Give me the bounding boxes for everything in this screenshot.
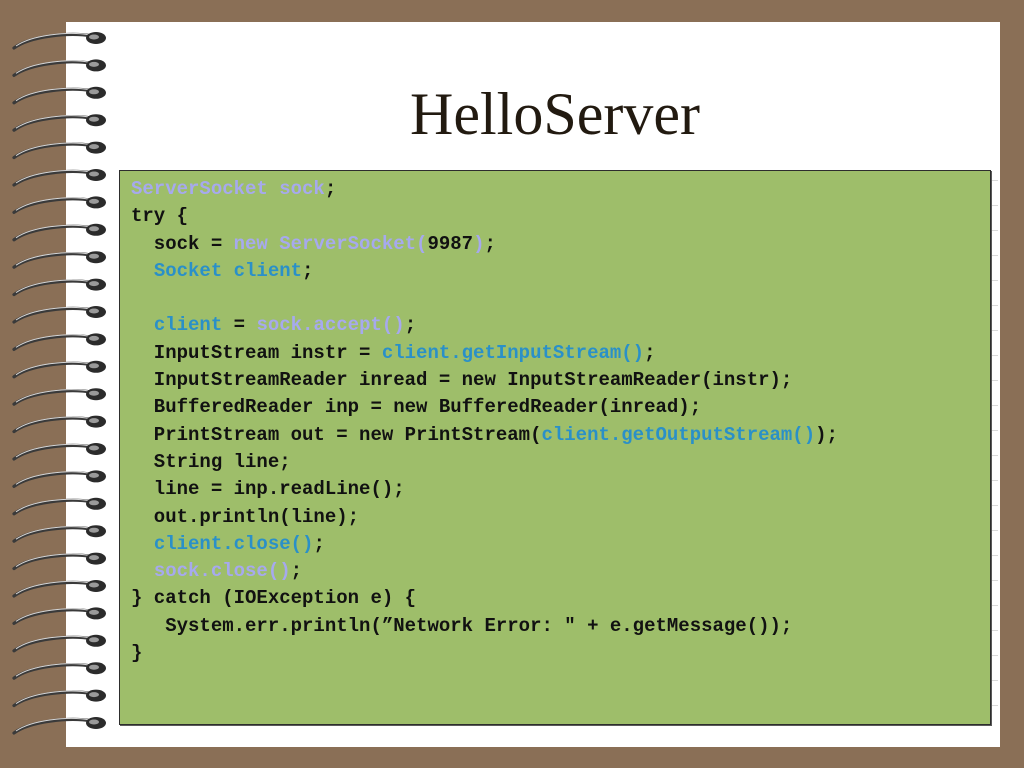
code-token: client.close() [153,532,314,555]
code-line: } [131,640,838,667]
spiral-ring-icon [12,552,106,571]
code-line: } catch (IOException e) { [131,585,838,612]
code-token: ; [644,341,656,364]
code-token: = [222,314,257,337]
spiral-ring-icon [12,196,106,214]
code-token: PrintStream out = new PrintStream( [131,423,542,446]
code-line: System.err.println(”Network Error: " + e… [131,613,838,640]
spiral-ring-icon [12,470,106,488]
spiral-ring-icon [12,607,106,625]
code-token: client [153,314,223,337]
code-token: out.println(line); [131,505,360,528]
spiral-ring-icon [12,306,106,324]
spiral-ring-icon [12,634,106,653]
spiral-ring-icon [12,717,106,735]
code-token: } catch (IOException e) { [131,587,417,610]
spiral-ring-icon [12,662,106,680]
spiral-ring-icon [12,59,106,77]
spiral-ring-icon [12,169,106,187]
code-token: line = inp.readLine(); [131,478,405,501]
code-token: System.err.println(”Network Error: " + e… [131,614,793,637]
code-token: ServerSocket sock [131,178,325,200]
code-listing: ServerSocket sock; try { sock = new Serve… [131,176,838,667]
spiral-ring-icon [12,223,106,242]
spiral-ring-icon [12,689,106,708]
code-token: } [131,642,143,665]
code-token: ); [815,423,838,446]
code-token: new ServerSocket( [233,232,428,255]
code-line: String line; [131,449,838,476]
code-block: ServerSocket sock; try { sock = new Serve… [119,170,991,725]
code-line: InputStreamReader inread = new InputStre… [131,367,838,394]
code-token: Socket client [153,259,303,282]
code-line: PrintStream out = new PrintStream(client… [131,422,838,449]
code-line: BufferedReader inp = new BufferedReader(… [131,394,838,421]
spiral-ring-icon [12,497,106,516]
code-token: ; [484,232,496,255]
code-token: String line; [131,450,291,473]
code-line: Socket client; [131,258,838,285]
spiral-ring-icon [12,251,106,269]
code-token: ; [404,314,417,337]
code-line: ServerSocket sock; [131,176,838,203]
code-token: ; [313,532,325,555]
slide-title: HelloServer [410,81,700,147]
spiral-ring-icon [12,32,106,50]
code-token: InputStream instr = [131,341,382,364]
code-token: sock.close() [153,560,291,583]
spiral-ring-icon [12,388,106,406]
code-token: ) [473,232,485,255]
code-token: sock = [131,232,234,255]
spiral-ring-icon [12,278,106,297]
spiral-ring-icon [12,360,106,379]
code-token: ; [290,560,303,583]
code-token: InputStreamReader inread = new InputStre… [131,369,793,392]
code-line: sock = new ServerSocket(9987); [131,231,838,258]
code-token: client.getOutputStream() [541,423,816,446]
code-line: out.println(line); [131,504,838,531]
code-line: InputStream instr = client.getInputStrea… [131,340,838,367]
code-token: BufferedReader inp = new BufferedReader(… [131,396,702,419]
spiral-ring-icon [12,333,106,351]
code-token: sock.accept() [256,314,405,337]
code-token: try { [131,205,189,228]
code-token: client.getInputStream() [381,341,645,364]
code-token: ; [302,259,314,282]
spiral-ring-icon [12,580,106,598]
code-line: client.close(); [131,531,838,558]
spiral-ring-icon [12,415,106,434]
code-line: try { [131,203,838,230]
code-line: line = inp.readLine(); [131,476,838,503]
code-token: ; [324,178,337,200]
code-line: client = sock.accept(); [131,312,838,339]
spiral-ring-icon [12,525,106,543]
code-token: 9987 [427,232,474,255]
code-line: sock.close(); [131,558,838,585]
spiral-ring-icon [12,443,106,461]
